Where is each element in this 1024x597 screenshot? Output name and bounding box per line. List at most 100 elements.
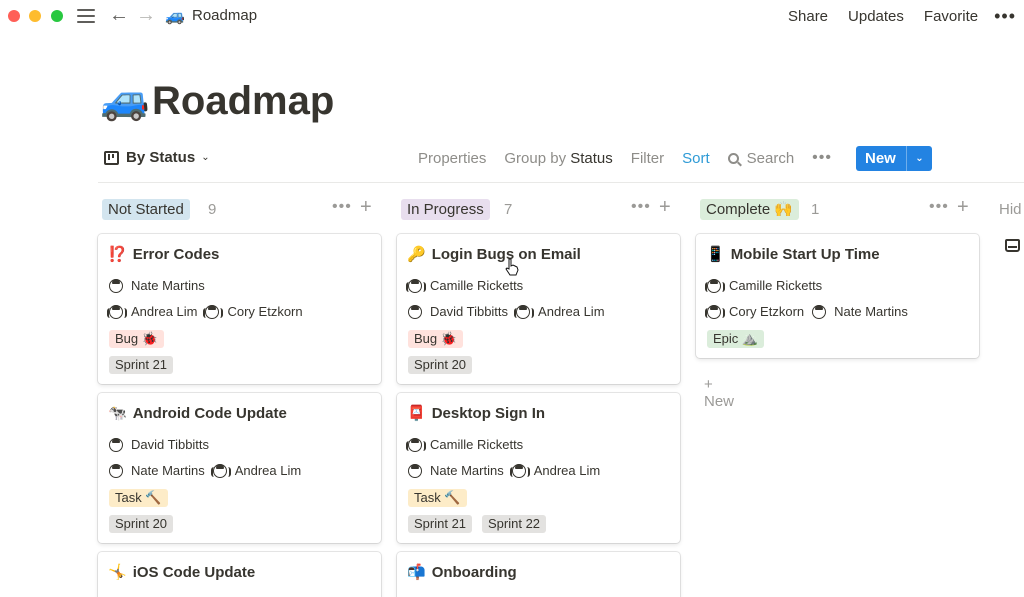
avatar	[705, 304, 725, 319]
filter-button[interactable]: Filter	[631, 150, 664, 167]
card-onboarding[interactable]: 📬 Onboarding	[397, 552, 680, 597]
type-tag: Task 🔨	[408, 489, 467, 507]
sprint-tag: Sprint 21	[408, 515, 473, 533]
page-icon[interactable]: 🚙	[100, 78, 150, 122]
card-ios-code-update[interactable]: 🤸 iOS Code Update	[98, 552, 381, 597]
card-emoji: ⁉️	[108, 246, 127, 263]
updates-button[interactable]: Updates	[848, 8, 904, 25]
column-count: 7	[504, 201, 513, 218]
card-android-code-update[interactable]: 🐄 Android Code Update David Tibbitts Nate…	[98, 393, 381, 543]
more-options-icon[interactable]: •••	[994, 6, 1016, 27]
card-emoji: 📱	[706, 246, 725, 263]
sidebar-menu-icon[interactable]	[77, 8, 95, 24]
share-button[interactable]: Share	[788, 8, 828, 25]
breadcrumb-page-title[interactable]: Roadmap	[192, 7, 257, 24]
person: Nate Martins	[408, 463, 504, 478]
sort-button[interactable]: Sort	[682, 150, 710, 167]
person-name: Cory Etzkorn	[227, 304, 303, 319]
status-label[interactable]: In Progress	[401, 199, 490, 220]
person: Camille Ricketts	[705, 278, 822, 293]
person-name: Camille Ricketts	[430, 278, 524, 293]
sprint-tag: Sprint 20	[109, 515, 174, 533]
avatar	[107, 304, 127, 319]
column-add-icon[interactable]: +	[957, 196, 969, 219]
card-title: 📱 Mobile Start Up Time	[706, 245, 880, 264]
column-count: 1	[811, 201, 820, 218]
avatar	[812, 304, 827, 319]
card-mobile-start-up-time[interactable]: 📱 Mobile Start Up Time Camille Ricketts C…	[696, 234, 979, 358]
board-view-icon	[104, 150, 119, 165]
group-by-button[interactable]: Group by Status	[504, 150, 612, 167]
assignees-row: Camille Ricketts	[406, 278, 531, 293]
maximize-window-button[interactable]	[51, 10, 63, 22]
card-emoji: 🤸	[108, 564, 127, 581]
sprint-tag: Sprint 21	[109, 356, 174, 374]
person: Nate Martins	[109, 463, 205, 478]
forward-arrow-icon[interactable]: →	[136, 4, 156, 26]
column-add-icon[interactable]: +	[659, 196, 671, 219]
minimize-window-button[interactable]	[29, 10, 41, 22]
card-desktop-sign-in[interactable]: 📮 Desktop Sign In Camille Ricketts Nate M…	[397, 393, 680, 543]
view-more-icon[interactable]: •••	[812, 149, 832, 167]
inbox-icon[interactable]	[1005, 239, 1020, 252]
page-title[interactable]: Roadmap	[152, 77, 334, 125]
avatar	[210, 463, 231, 478]
new-button[interactable]: New ⌄	[856, 146, 932, 171]
group-by-value: Status	[570, 149, 613, 167]
card-title: 📮 Desktop Sign In	[407, 404, 546, 423]
avatar	[203, 304, 224, 319]
avatar	[408, 463, 422, 478]
person: Andrea Lim	[107, 304, 197, 319]
assignees-row: Nate Martins	[109, 278, 213, 293]
avatar	[109, 278, 123, 293]
hidden-columns-label[interactable]: Hid	[999, 201, 1022, 218]
top-actions: Share Updates Favorite •••	[768, 6, 1024, 27]
card-login-bugs-on-email[interactable]: 🔑 Login Bugs on Email Camille Ricketts Da…	[397, 234, 680, 384]
new-dropdown-chevron-icon[interactable]: ⌄	[907, 153, 932, 164]
search-button[interactable]: Search	[727, 150, 794, 167]
avatar	[109, 437, 123, 452]
breadcrumb-page-icon[interactable]: 🚙	[165, 6, 185, 26]
avatar	[408, 304, 422, 319]
view-tools: Properties Group by Status Filter Sort S…	[418, 149, 846, 167]
status-label[interactable]: Complete 🙌	[700, 199, 800, 220]
column-count: 9	[208, 201, 217, 218]
person-name: Nate Martins	[131, 463, 205, 478]
column-more-icon[interactable]: •••	[332, 198, 352, 216]
avatar	[406, 278, 426, 293]
person: Nate Martins	[812, 304, 908, 319]
column-more-icon[interactable]: •••	[929, 198, 949, 216]
assignees-row: Camille Ricketts	[705, 278, 830, 293]
card-title-text: Error Codes	[132, 245, 220, 263]
person: David Tibbitts	[109, 437, 209, 452]
assignees-row: Camille Ricketts	[406, 437, 531, 452]
person-name: Nate Martins	[131, 278, 205, 293]
back-arrow-icon[interactable]: ←	[109, 4, 129, 26]
card-title-text: Desktop Sign In	[431, 404, 546, 422]
status-label[interactable]: Not Started	[102, 199, 190, 220]
person-name: David Tibbitts	[430, 304, 509, 319]
sprint-tag: Sprint 22	[482, 515, 547, 533]
favorite-button[interactable]: Favorite	[924, 8, 978, 25]
type-tag: Bug 🐞	[408, 330, 463, 348]
column-add-icon[interactable]: +	[360, 196, 372, 219]
view-selector[interactable]: By Status ⌄	[104, 149, 210, 166]
card-title-text: Mobile Start Up Time	[730, 245, 880, 263]
assignees-row: David Tibbitts	[109, 437, 217, 452]
card-error-codes[interactable]: ⁉️ Error Codes Nate Martins Andrea Lim Co…	[98, 234, 381, 384]
avatar	[705, 278, 725, 293]
card-emoji: 📬	[407, 564, 426, 581]
assignees-row: David Tibbitts Andrea Lim	[408, 304, 613, 319]
type-tag: Task 🔨	[109, 489, 168, 507]
card-emoji: 🔑	[407, 246, 426, 263]
card-emoji: 📮	[407, 405, 426, 422]
close-window-button[interactable]	[8, 10, 20, 22]
hand-cursor-icon	[505, 258, 519, 276]
properties-button[interactable]: Properties	[418, 150, 486, 167]
column-more-icon[interactable]: •••	[631, 198, 651, 216]
column-header: Complete 🙌 1 ••• +	[696, 196, 980, 220]
avatar	[514, 304, 535, 319]
new-button-label: New	[865, 150, 896, 167]
person: Cory Etzkorn	[705, 304, 804, 319]
add-new-card-button[interactable]: + New	[704, 376, 734, 410]
